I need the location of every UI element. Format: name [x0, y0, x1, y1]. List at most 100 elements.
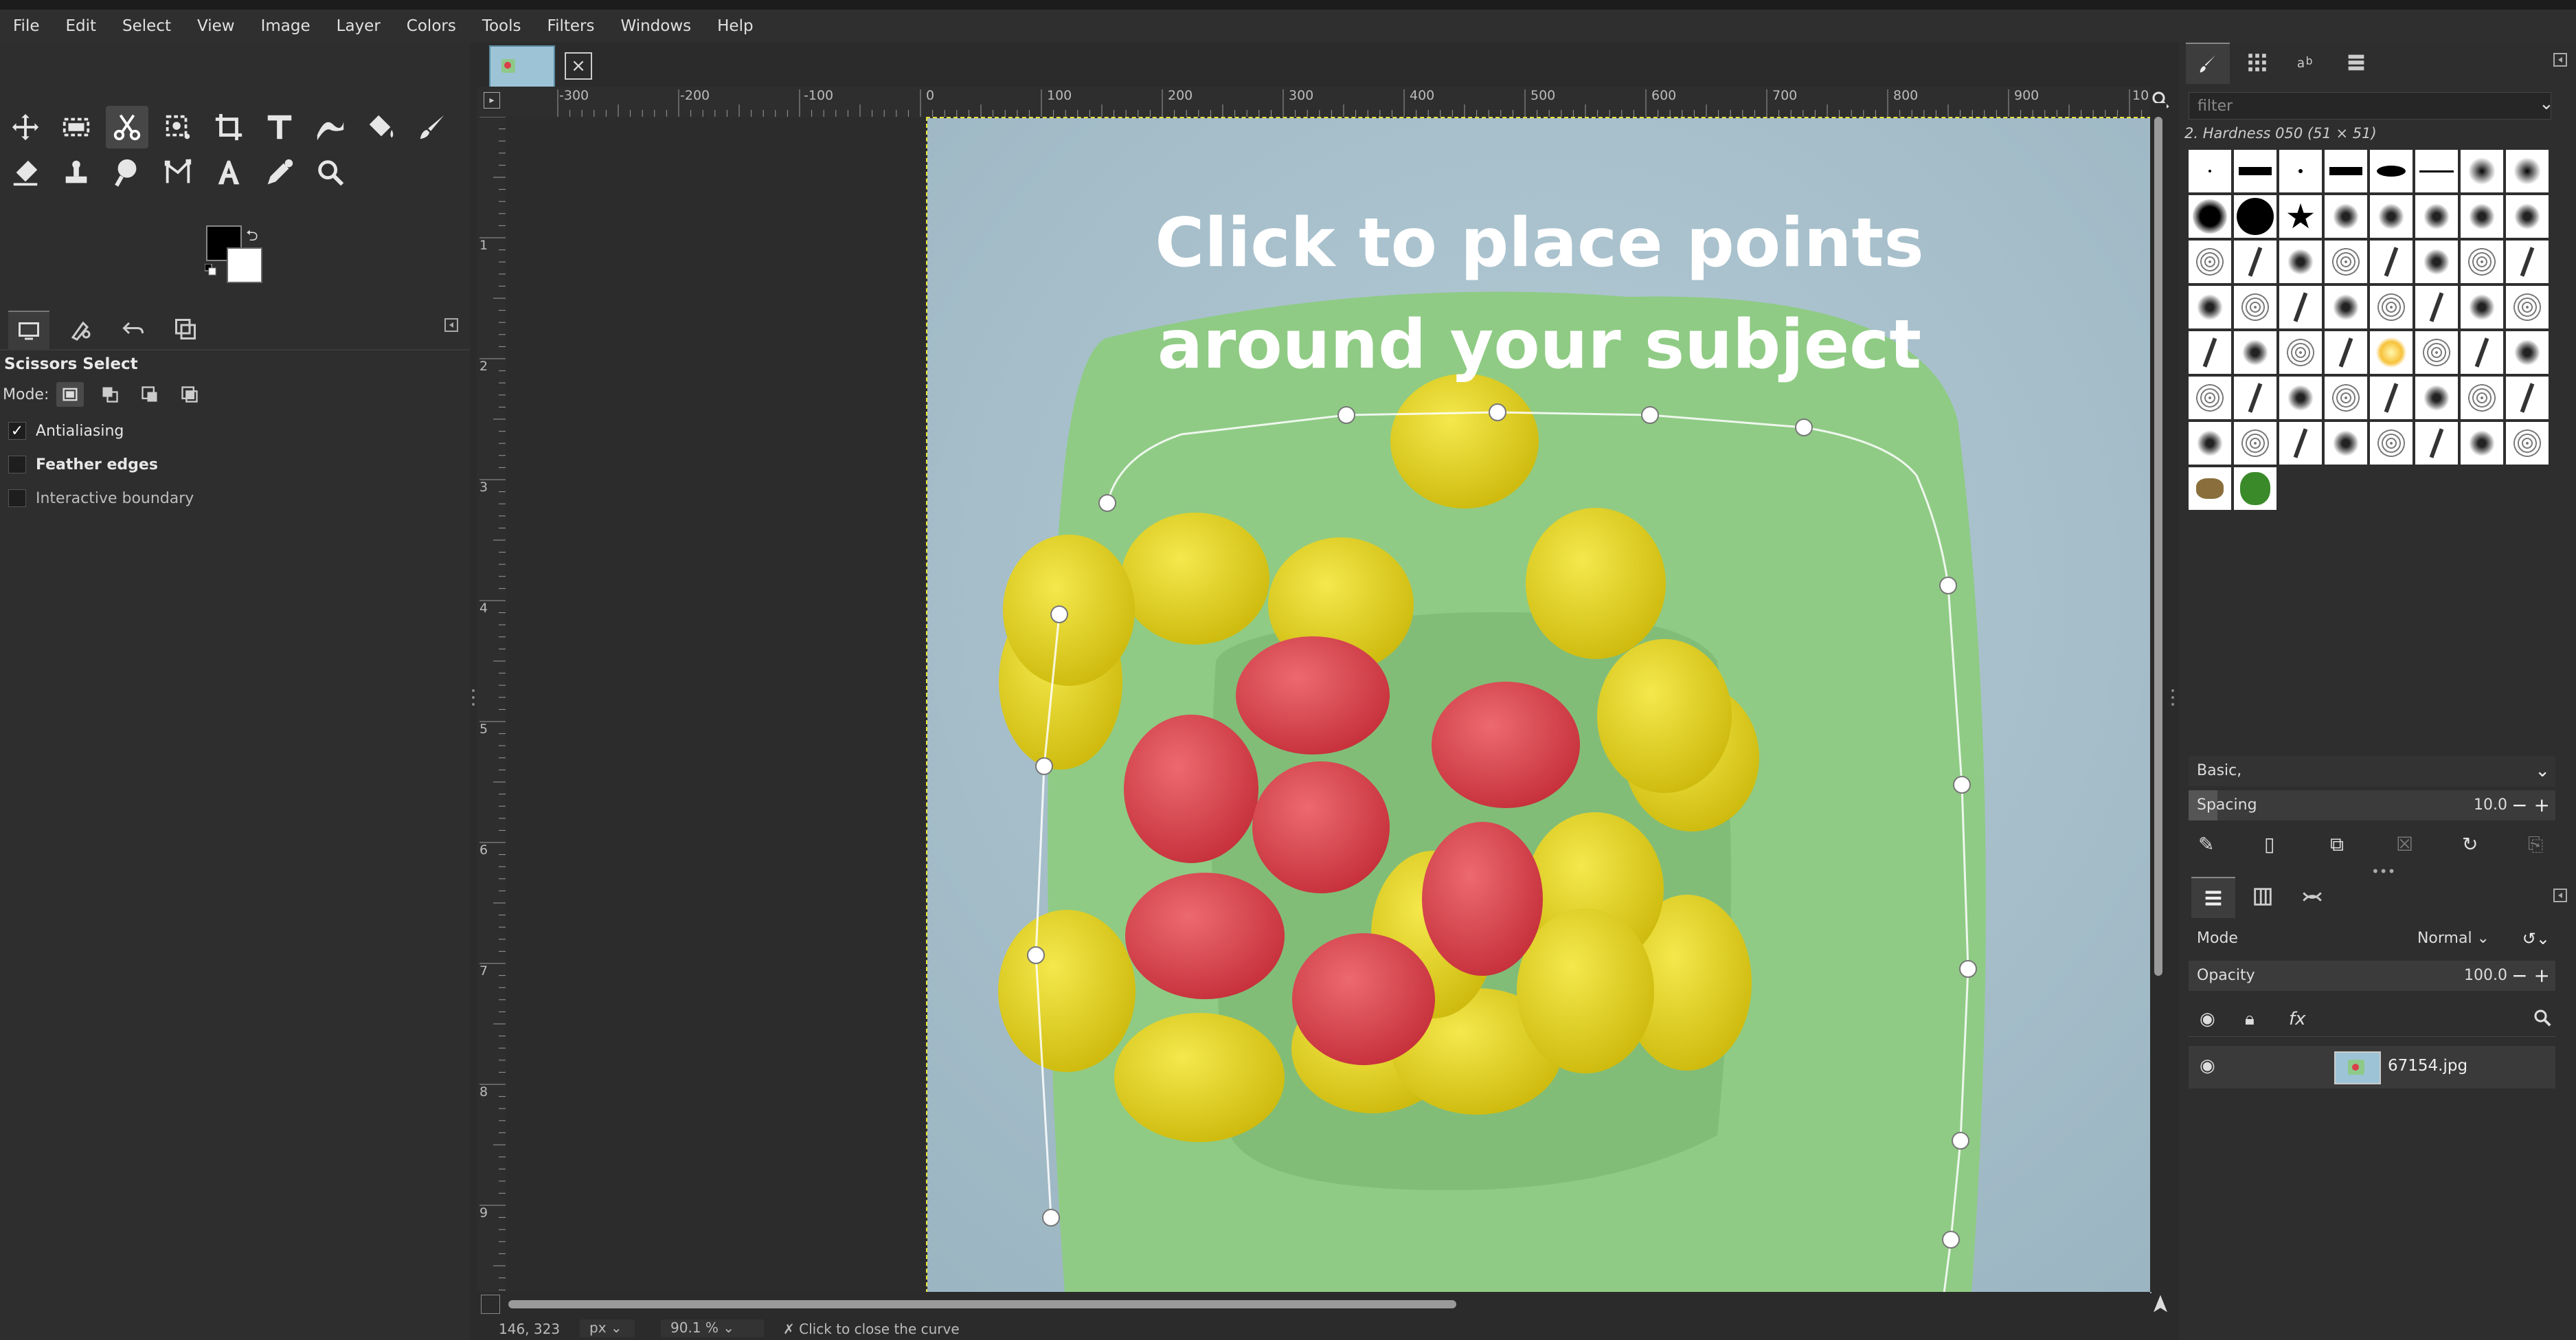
close-image-icon[interactable]: × — [565, 52, 592, 80]
scissors-anchor-point[interactable] — [1952, 1132, 1969, 1150]
brush-preset[interactable] — [2461, 422, 2503, 465]
panel-resize-handle[interactable] — [2171, 687, 2175, 708]
mode-add-icon[interactable] — [96, 382, 124, 407]
image-tab-thumbnail[interactable] — [489, 45, 555, 88]
brush-filter-input[interactable]: filter — [2189, 92, 2551, 120]
brush-preset[interactable] — [2370, 150, 2413, 192]
new-brush-icon[interactable]: ▯ — [2264, 833, 2274, 856]
background-color-swatch[interactable] — [227, 247, 262, 283]
layer-opacity-slider[interactable]: Opacity 100.0 − + — [2189, 961, 2555, 991]
horizontal-scroll-thumb[interactable] — [508, 1300, 1456, 1308]
brush-preset[interactable] — [2370, 241, 2413, 283]
scissors-anchor-point[interactable] — [1641, 406, 1659, 424]
brush-preset[interactable] — [2415, 331, 2458, 374]
brush-preset[interactable] — [2234, 422, 2276, 465]
brush-preset[interactable] — [2370, 286, 2413, 328]
brush-preset[interactable] — [2325, 331, 2367, 374]
open-as-image-icon[interactable]: ⎘ — [2528, 833, 2543, 856]
duplicate-brush-icon[interactable]: ⧉ — [2330, 833, 2344, 856]
spacing-slider[interactable]: Spacing 10.0 − + — [2189, 790, 2555, 820]
tab-patterns[interactable] — [2235, 43, 2279, 82]
brush-preset[interactable] — [2325, 195, 2367, 238]
brush-preset[interactable] — [2325, 241, 2367, 283]
zoom-tool-icon[interactable] — [309, 151, 352, 194]
smudge-tool-icon[interactable] — [106, 151, 148, 194]
brush-preset[interactable] — [2234, 377, 2276, 419]
brush-preset[interactable] — [2506, 241, 2549, 283]
clone-tool-icon[interactable] — [55, 151, 98, 194]
menu-view[interactable]: View — [184, 10, 248, 43]
bucket-fill-tool-icon[interactable] — [360, 106, 403, 148]
dynamics-preset-select[interactable]: Basic, ⌄ — [2189, 756, 2555, 786]
feather-edges-option[interactable]: Feather edges — [8, 456, 158, 473]
brush-preset[interactable] — [2325, 286, 2367, 328]
layer-mode-switch-icon[interactable]: ↺⌄ — [2522, 924, 2550, 954]
brush-preset[interactable] — [2189, 286, 2231, 328]
panel-resize-handle[interactable] — [471, 687, 475, 708]
scissors-anchor-point[interactable] — [1027, 946, 1045, 964]
navigate-image-icon[interactable] — [2150, 1293, 2173, 1317]
brush-preset[interactable] — [2325, 150, 2367, 192]
configure-tab-icon[interactable] — [444, 317, 459, 333]
brush-preset[interactable] — [2325, 422, 2367, 465]
menu-file[interactable]: File — [0, 10, 53, 43]
edit-brush-icon[interactable]: ✎ — [2198, 833, 2214, 856]
tab-fonts[interactable]: ab — [2285, 43, 2329, 82]
layer-row[interactable]: ◉ 67154.jpg — [2189, 1046, 2555, 1088]
brush-preset[interactable] — [2506, 286, 2549, 328]
scissors-select-tool-icon[interactable] — [106, 106, 148, 148]
brush-preset[interactable] — [2370, 377, 2413, 419]
scissors-anchor-point[interactable] — [1795, 418, 1813, 436]
scissors-anchor-point[interactable] — [1959, 960, 1977, 978]
tab-document-history[interactable] — [2334, 43, 2378, 82]
menu-layer[interactable]: Layer — [324, 10, 394, 43]
brush-preset[interactable] — [2506, 150, 2549, 192]
brush-preset[interactable] — [2234, 195, 2276, 238]
warp-transform-tool-icon[interactable] — [309, 106, 352, 148]
brush-preset[interactable] — [2415, 286, 2458, 328]
lock-icon[interactable]: 🔒︎ — [2245, 1009, 2255, 1030]
brush-preset[interactable] — [2415, 422, 2458, 465]
brush-preset[interactable] — [2415, 195, 2458, 238]
menu-colors[interactable]: Colors — [394, 10, 469, 43]
scissors-anchor-point[interactable] — [1042, 1209, 1060, 1227]
brush-preset[interactable] — [2461, 241, 2503, 283]
vertical-ruler[interactable]: 1 2 3 4 5 6 7 8 9 — [477, 117, 506, 1292]
refresh-brushes-icon[interactable]: ↻ — [2462, 833, 2478, 856]
spacing-stepper-icon[interactable]: − + — [2511, 790, 2550, 820]
brush-preset[interactable] — [2189, 467, 2231, 510]
zoom-select[interactable]: 90.1 % ⌄ — [661, 1319, 764, 1337]
tab-tool-options[interactable] — [8, 311, 49, 349]
brush-preset[interactable] — [2415, 377, 2458, 419]
feather-edges-checkbox[interactable] — [8, 456, 26, 473]
brush-preset[interactable] — [2279, 150, 2322, 192]
unified-transform-tool-icon[interactable] — [258, 106, 301, 148]
brush-preset[interactable] — [2279, 377, 2322, 419]
tab-layers[interactable] — [2191, 877, 2235, 918]
menu-tools[interactable]: Tools — [469, 10, 534, 43]
layer-mode-select[interactable]: Normal ⌄ — [2417, 924, 2489, 954]
interactive-boundary-option[interactable]: Interactive boundary — [8, 489, 194, 507]
interactive-boundary-checkbox[interactable] — [8, 489, 26, 507]
menu-image[interactable]: Image — [248, 10, 324, 43]
mode-intersect-icon[interactable] — [176, 382, 203, 407]
tab-device-status[interactable] — [60, 311, 102, 348]
dock-separator-handle[interactable]: ••• — [2371, 863, 2395, 880]
brush-preset[interactable] — [2370, 195, 2413, 238]
tab-undo-history[interactable] — [113, 311, 154, 348]
foreground-select-tool-icon[interactable] — [157, 106, 199, 148]
mode-subtract-icon[interactable] — [136, 382, 163, 407]
color-picker-tool-icon[interactable] — [258, 151, 301, 194]
brush-preset[interactable] — [2461, 150, 2503, 192]
chevron-down-icon[interactable]: ⌄ — [2535, 756, 2550, 786]
scissors-anchor-point[interactable] — [1942, 1231, 1960, 1249]
swap-colors-icon[interactable]: ⮌ — [246, 224, 258, 250]
brush-preset[interactable] — [2506, 422, 2549, 465]
menu-windows[interactable]: Windows — [607, 10, 704, 43]
tab-paths[interactable] — [2290, 877, 2334, 917]
image-canvas[interactable]: Click to place points around your subjec… — [926, 117, 2151, 1293]
menu-select[interactable]: Select — [109, 10, 184, 43]
horizontal-ruler[interactable]: ▸ -300 -200 -100 0 100 200 300 400 500 6… — [477, 87, 2150, 118]
fx-icon[interactable]: fx — [2289, 1009, 2306, 1029]
brush-preset[interactable] — [2506, 331, 2549, 374]
